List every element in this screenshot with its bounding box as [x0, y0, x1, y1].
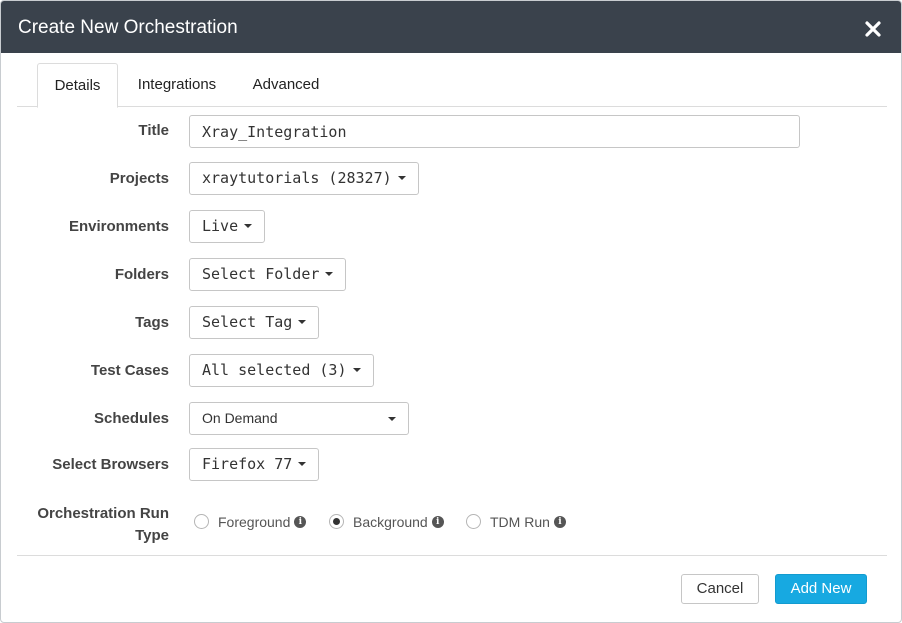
folders-dropdown[interactable]: Select Folder — [189, 258, 347, 291]
tags-label: Tags — [135, 314, 169, 331]
title-label: Title — [138, 122, 169, 139]
caret-down-icon — [298, 461, 307, 466]
caret-down-icon — [352, 367, 361, 372]
caret-down-icon — [298, 319, 307, 324]
run-type-label-line1: Orchestration Run — [37, 505, 169, 522]
radio-button[interactable] — [194, 513, 209, 529]
dialog-title: Create New Orchestration — [18, 17, 238, 38]
add-new-button[interactable]: Add New — [775, 574, 867, 604]
radio-button-checked[interactable] — [329, 513, 344, 529]
radio-button[interactable] — [466, 513, 481, 529]
folders-label: Folders — [114, 266, 169, 283]
close-icon — [865, 21, 881, 37]
close-button[interactable] — [863, 19, 883, 39]
radio-tdm-run[interactable]: TDM Run i — [466, 511, 566, 533]
radio-tdm-run-label: TDM Run — [490, 514, 550, 530]
radio-foreground-label: Foreground — [218, 514, 291, 530]
tab-advanced[interactable]: Advanced — [250, 63, 322, 107]
caret-down-icon — [325, 271, 334, 276]
footer-divider — [17, 555, 887, 556]
radio-background[interactable]: Background i — [329, 511, 444, 533]
folders-value: Select Folder — [202, 265, 320, 283]
schedules-label: Schedules — [93, 410, 169, 427]
tags-dropdown[interactable]: Select Tag — [189, 306, 320, 339]
projects-dropdown[interactable]: xraytutorials (28327) — [189, 162, 419, 195]
caret-down-icon — [397, 175, 406, 180]
radio-background-label: Background — [353, 514, 428, 530]
cancel-button[interactable]: Cancel — [681, 574, 759, 604]
browsers-value: Firefox 77 — [202, 455, 293, 473]
tab-details[interactable]: Details — [37, 63, 118, 108]
schedules-value: On Demand — [202, 410, 278, 426]
schedules-select[interactable]: On Demand — [189, 402, 409, 435]
test-cases-label: Test Cases — [90, 362, 169, 379]
environments-dropdown[interactable]: Live — [189, 210, 266, 243]
environments-value: Live — [202, 217, 239, 235]
dialog-header: Create New Orchestration — [1, 1, 901, 53]
projects-value: xraytutorials (28327) — [202, 169, 392, 187]
info-icon[interactable]: i — [431, 516, 444, 529]
test-cases-value: All selected (3) — [202, 361, 347, 379]
run-type-label: Orchestration Run Type — [17, 503, 169, 547]
run-type-label-line2: Type — [135, 527, 169, 544]
browsers-label: Select Browsers — [52, 456, 169, 473]
create-orchestration-dialog: Create New Orchestration Details Integra… — [0, 0, 902, 623]
caret-down-icon — [244, 223, 253, 228]
test-cases-dropdown[interactable]: All selected (3) — [189, 354, 374, 387]
environments-label: Environments — [68, 218, 169, 235]
tab-bar: Details Integrations Advanced — [17, 63, 887, 108]
title-input[interactable] — [189, 115, 800, 148]
info-icon[interactable]: i — [553, 516, 566, 529]
tags-value: Select Tag — [202, 313, 293, 331]
caret-down-icon — [388, 417, 396, 421]
projects-label: Projects — [109, 170, 169, 187]
browsers-dropdown[interactable]: Firefox 77 — [189, 448, 320, 481]
tab-integrations[interactable]: Integrations — [135, 63, 219, 107]
radio-foreground[interactable]: Foreground i — [194, 511, 307, 533]
info-icon[interactable]: i — [294, 516, 307, 529]
